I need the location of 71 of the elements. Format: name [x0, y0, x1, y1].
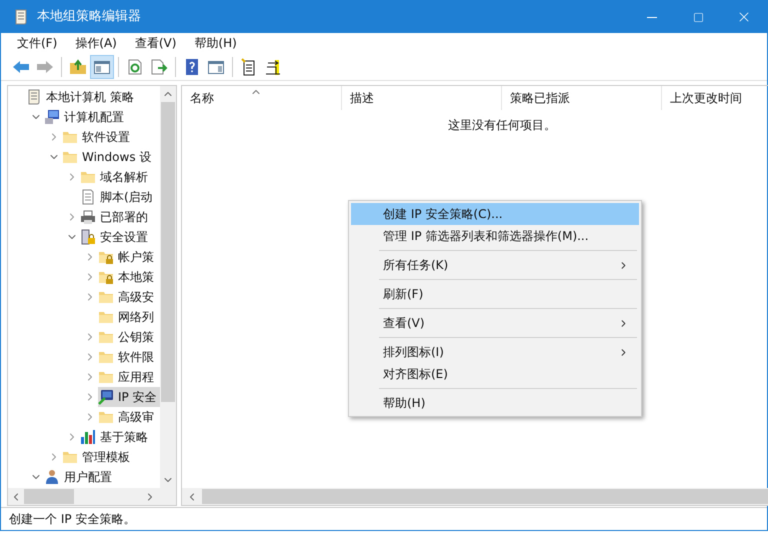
tree-item[interactable]: IP 安全 — [98, 387, 160, 407]
menu-item[interactable]: 管理 IP 筛选器列表和筛选器操作(M)... — [351, 225, 639, 247]
refresh-icon — [126, 58, 144, 76]
folder-icon — [98, 309, 114, 325]
tree-item[interactable]: 网络列 — [98, 307, 158, 327]
folder-icon — [98, 409, 114, 425]
folder-icon — [98, 369, 114, 385]
window-title: 本地组策略编辑器 — [37, 8, 141, 26]
vertical-scrollbar[interactable] — [160, 86, 176, 488]
maximize-icon — [692, 12, 704, 22]
locked-folder-icon — [98, 249, 114, 265]
help-icon — [183, 58, 201, 76]
folder-icon — [62, 149, 78, 165]
printer-icon — [80, 209, 96, 225]
minimize-icon — [647, 16, 657, 18]
status-text: 创建一个 IP 安全策略。 — [9, 511, 136, 528]
scroll-icon — [26, 89, 42, 105]
export-icon — [150, 58, 168, 76]
horizontal-scrollbar[interactable] — [8, 488, 176, 505]
menu-item[interactable]: 操作(A) — [69, 33, 123, 53]
monitor-shield-icon — [98, 389, 114, 405]
column-header[interactable]: 策略已指派 — [502, 86, 662, 110]
menu-item[interactable]: 帮助(H) — [188, 33, 243, 53]
folder-icon — [98, 329, 114, 345]
menu-item[interactable]: 创建 IP 安全策略(C)... — [351, 203, 639, 225]
folder-up-icon — [69, 58, 87, 76]
column-header[interactable]: 上次更改时间 — [662, 86, 768, 110]
menu-item[interactable]: 所有任务(K) — [351, 254, 639, 276]
script-icon — [80, 189, 96, 205]
tree-item[interactable]: 本地计算机 策略 — [26, 87, 138, 107]
folder-icon — [80, 169, 96, 185]
menu-item[interactable]: 查看(V) — [128, 33, 182, 53]
menu-item[interactable]: 查看(V) — [351, 312, 639, 334]
tree-item[interactable]: 帐户策 — [98, 247, 158, 267]
tree-item[interactable]: 公钥策 — [98, 327, 158, 347]
tree-item[interactable]: 管理模板 — [62, 447, 134, 467]
menu-item[interactable]: 对齐图标(E) — [351, 363, 639, 385]
menu-item[interactable]: 帮助(H) — [351, 392, 639, 414]
tree-item[interactable]: 高级安 — [98, 287, 158, 307]
tree-item[interactable]: 用户配置 — [44, 467, 116, 487]
assign-icon — [264, 58, 282, 76]
folder-icon — [98, 349, 114, 365]
tree-item[interactable]: 脚本(启动 — [80, 187, 157, 207]
tree-item[interactable]: Windows 设 — [62, 147, 156, 167]
folder-icon — [62, 449, 78, 465]
tree-item[interactable]: 软件限 — [98, 347, 158, 367]
tree-item[interactable]: 软件设置 — [62, 127, 134, 147]
column-header[interactable]: 描述 — [342, 86, 502, 110]
folder-icon — [62, 129, 78, 145]
menu-item[interactable]: 刷新(F) — [351, 283, 639, 305]
tree-item[interactable]: 高级审 — [98, 407, 158, 427]
locked-folder-icon — [98, 269, 114, 285]
computer-icon — [44, 109, 60, 125]
tree-item[interactable]: 域名解析 — [80, 167, 152, 187]
tree-item[interactable]: 已部署的 — [80, 207, 152, 227]
tree-item[interactable]: 应用程 — [98, 367, 158, 387]
bar-chart-icon — [80, 429, 96, 445]
folder-icon — [98, 289, 114, 305]
scrollbar-thumb[interactable] — [24, 489, 74, 504]
menu-item[interactable]: 文件(F) — [11, 33, 64, 53]
empty-message: 这里没有任何项目。 — [448, 117, 556, 134]
scroll-icon — [13, 9, 29, 25]
tree-item[interactable]: 安全设置 — [80, 227, 152, 247]
tree-item[interactable]: 计算机配置 — [44, 107, 128, 127]
column-header[interactable]: 名称 — [182, 86, 342, 110]
tree-item[interactable]: 基于策略 — [80, 427, 152, 447]
menu-item[interactable]: 排列图标(I) — [351, 341, 639, 363]
server-lock-icon — [80, 229, 96, 245]
scrollbar-thumb[interactable] — [161, 102, 175, 402]
user-icon — [44, 469, 60, 485]
tree-item[interactable]: 本地策 — [98, 267, 158, 287]
